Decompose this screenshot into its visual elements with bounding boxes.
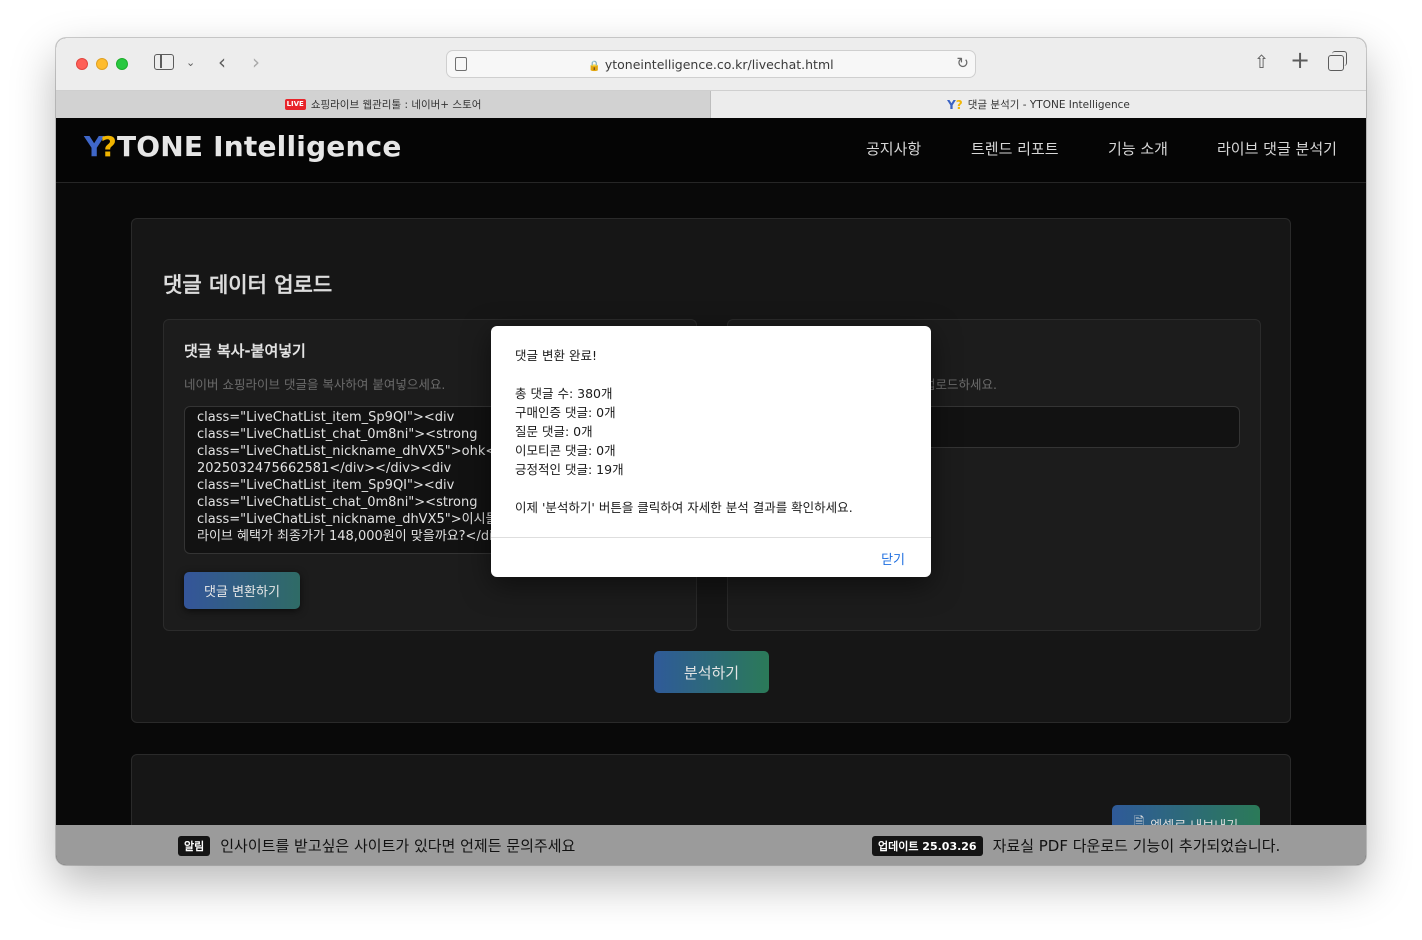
stat-emoticon: 이모티콘 댓글: 0개 xyxy=(515,443,616,458)
stat-purchase: 구매인증 댓글: 0개 xyxy=(515,405,616,420)
notice-badge: 알림 xyxy=(178,835,211,856)
browser-window: ⌄ ‹ › 🔒 ytoneintelligence.co.kr/livechat.… xyxy=(56,38,1366,865)
site-header: Y?TONE Intelligence 공지사항 트렌드 리포트 기능 소개 라… xyxy=(56,118,1366,183)
alert-dialog: 댓글 변환 완료! 총 댓글 수: 380개 구매인증 댓글: 0개 질문 댓글… xyxy=(491,326,931,577)
stat-question: 질문 댓글: 0개 xyxy=(515,424,593,439)
ticker-item-notice: 알림 인사이트를 받고싶은 사이트가 있다면 언제든 문의주세요 xyxy=(178,835,575,856)
live-favicon-icon: LIVE xyxy=(284,99,306,110)
tab-label: 쇼핑라이브 웹관리툴 : 네이버+ 스토어 xyxy=(310,99,482,111)
share-icon[interactable]: ⇧ xyxy=(1254,53,1269,73)
site-logo[interactable]: Y?TONE Intelligence xyxy=(84,130,402,163)
address-bar[interactable]: 🔒 ytoneintelligence.co.kr/livechat.html ↻ xyxy=(446,50,976,78)
tab-comment-analyzer[interactable]: Y? 댓글 분석기 - YTONE Intelligence xyxy=(711,91,1366,118)
sidebar-toggle-icon[interactable] xyxy=(154,54,174,70)
minimize-window-button[interactable] xyxy=(96,58,108,70)
nav-live-comment-analyzer[interactable]: 라이브 댓글 분석기 xyxy=(1217,138,1337,159)
update-text: 자료실 PDF 다운로드 기능이 추가되었습니다. xyxy=(992,837,1281,855)
browser-toolbar: ⌄ ‹ › 🔒 ytoneintelligence.co.kr/livechat.… xyxy=(56,38,1366,90)
tab-overview-icon[interactable] xyxy=(1328,51,1347,71)
close-window-button[interactable] xyxy=(76,58,88,70)
file-card-description: 업로드하세요. xyxy=(924,377,997,392)
ytone-favicon-icon: Y? xyxy=(947,97,963,112)
forward-arrow-icon[interactable]: › xyxy=(252,52,260,72)
tab-shopping-live[interactable]: LIVE 쇼핑라이브 웹관리툴 : 네이버+ 스토어 xyxy=(56,91,711,118)
alert-headline: 댓글 변환 완료! xyxy=(515,348,597,363)
nav-notice[interactable]: 공지사항 xyxy=(866,138,921,159)
zoom-window-button[interactable] xyxy=(116,58,128,70)
paste-card-description: 네이버 쇼핑라이브 댓글을 복사하여 붙여넣으세요. xyxy=(184,377,446,392)
reload-icon[interactable]: ↻ xyxy=(956,54,969,72)
alert-message: 댓글 변환 완료! 총 댓글 수: 380개 구매인증 댓글: 0개 질문 댓글… xyxy=(515,346,915,517)
logo-text: TONE Intelligence xyxy=(116,130,402,163)
analyze-button[interactable]: 분석하기 xyxy=(654,651,769,693)
nav-trend-report[interactable]: 트렌드 리포트 xyxy=(971,138,1059,159)
lock-icon: 🔒 xyxy=(588,61,601,72)
url-text: ytoneintelligence.co.kr/livechat.html xyxy=(604,57,834,72)
dialog-divider xyxy=(491,537,931,538)
update-badge: 업데이트 25.03.26 xyxy=(872,835,983,856)
paste-card-title: 댓글 복사-붙여넣기 xyxy=(184,342,306,360)
tab-label: 댓글 분석기 - YTONE Intelligence xyxy=(967,99,1130,111)
new-tab-icon[interactable]: + xyxy=(1290,48,1310,72)
stat-positive: 긍정적인 댓글: 19개 xyxy=(515,462,624,477)
dialog-close-button[interactable]: 닫기 xyxy=(881,549,905,568)
alert-instruction: 이제 '분석하기' 버튼을 클릭하여 자세한 분석 결과를 확인하세요. xyxy=(515,500,853,515)
logo-question-mark: ? xyxy=(100,130,117,163)
tab-bar: LIVE 쇼핑라이브 웹관리툴 : 네이버+ 스토어 Y? 댓글 분석기 - Y… xyxy=(56,90,1366,118)
stat-total: 총 댓글 수: 380개 xyxy=(515,386,613,401)
chevron-down-icon[interactable]: ⌄ xyxy=(186,53,195,73)
notice-text: 인사이트를 받고싶은 사이트가 있다면 언제든 문의주세요 xyxy=(220,837,576,855)
nav-features[interactable]: 기능 소개 xyxy=(1108,138,1168,159)
section-title: 댓글 데이터 업로드 xyxy=(163,273,333,297)
convert-comments-button[interactable]: 댓글 변환하기 xyxy=(184,572,300,609)
ticker-item-update: 업데이트 25.03.26 자료실 PDF 다운로드 기능이 추가되었습니다. xyxy=(872,835,1280,856)
back-arrow-icon[interactable]: ‹ xyxy=(218,52,226,72)
notice-ticker: 알림 인사이트를 받고싶은 사이트가 있다면 언제든 문의주세요 업데이트 25… xyxy=(56,825,1366,865)
url-display: 🔒 ytoneintelligence.co.kr/livechat.html xyxy=(447,57,975,72)
